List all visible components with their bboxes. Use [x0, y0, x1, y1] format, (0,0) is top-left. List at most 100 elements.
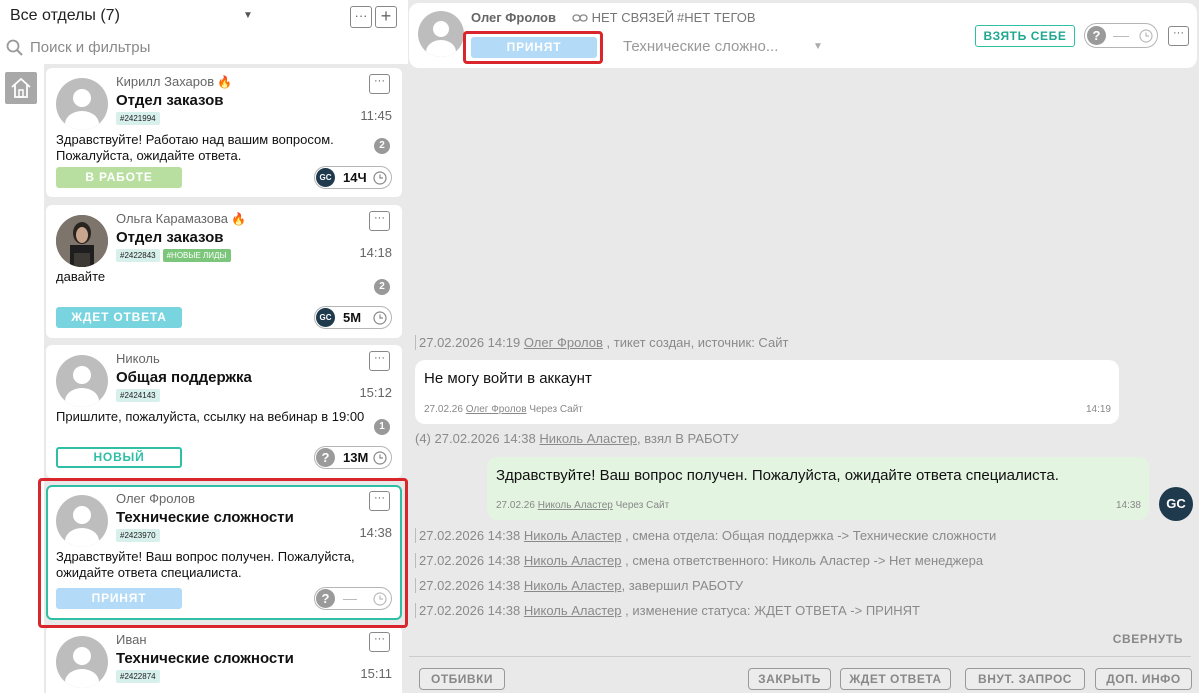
ticket-header: Олег Фролов НЕТ СВЯЗЕЙ #НЕТ ТЕГОВ ПРИНЯТ…: [409, 3, 1197, 68]
home-button[interactable]: [5, 72, 37, 104]
event-user-link[interactable]: Олег Фролов: [524, 335, 603, 350]
assignee-avatar: GC: [316, 168, 335, 187]
department-select-label: Все отделы (7): [10, 7, 120, 24]
ticket-client-name: Ольга Карамазова 🔥: [116, 211, 246, 226]
unassigned-icon: ?: [316, 448, 335, 467]
ticket-timer: GC 5М: [314, 306, 392, 329]
ticket-timer: ? 13М: [314, 446, 392, 469]
ticket-sidebar: Все отделы (7) ▼ ··· + Поиск и фильтры К…: [0, 0, 408, 693]
avatar: [56, 355, 108, 407]
ticket-client-name: Николь: [116, 351, 160, 366]
status-badge: ЖДЕТ ОТВЕТА: [56, 307, 182, 328]
system-event: 27.02.2026 14:19 Олег Фролов , тикет соз…: [415, 335, 788, 350]
search-placeholder: Поиск и фильтры: [30, 39, 151, 56]
unassigned-icon: ?: [316, 589, 335, 608]
unread-count-badge: 2: [374, 138, 390, 154]
ticket-more-button[interactable]: ···: [369, 632, 390, 652]
message-author-link[interactable]: Николь Аластер: [538, 500, 613, 511]
ticket-more-button[interactable]: ···: [369, 211, 390, 231]
ticket-id-tag: #2422874: [116, 670, 160, 683]
ticket-more-button[interactable]: ···: [369, 491, 390, 511]
event-user-link[interactable]: Николь Аластер: [524, 578, 622, 593]
links-indicator[interactable]: НЕТ СВЯЗЕЙ: [572, 10, 674, 25]
incoming-message: Не могу войти в аккаунт 27.02.26 Олег Фр…: [415, 360, 1119, 424]
message-text: Не могу войти в аккаунт: [424, 370, 592, 387]
ticket-tag: #НОВЫЕ ЛИДЫ: [162, 249, 231, 262]
header-status-badge[interactable]: ПРИНЯТ: [471, 37, 597, 58]
ticket-id-tag: #2422843: [116, 249, 160, 262]
avatar: [56, 495, 108, 547]
ticket-card[interactable]: Кирилл Захаров 🔥 Отдел заказов ··· 11:45 …: [46, 68, 402, 197]
timer-value: 13М: [343, 450, 369, 465]
ticket-time: 11:45: [360, 108, 392, 123]
ticket-last-message: давайте: [56, 269, 106, 284]
sidebar-more-button[interactable]: ···: [350, 6, 372, 28]
close-ticket-button[interactable]: ЗАКРЫТЬ: [748, 668, 831, 690]
ticket-department: Отдел заказов: [116, 92, 224, 109]
message-meta: 27.02.26 Николь Аластер Через Сайт: [496, 500, 670, 511]
event-user-link[interactable]: Николь Аластер: [524, 528, 622, 543]
internal-request-button[interactable]: ВНУТ. ЗАПРОС: [965, 668, 1085, 690]
ticket-time: 15:11: [360, 666, 392, 681]
message-text: Здравствуйте! Ваш вопрос получен. Пожалу…: [496, 467, 1059, 484]
unassigned-icon: ?: [1087, 26, 1106, 45]
otbivki-button[interactable]: ОТБИВКИ: [419, 668, 505, 690]
header-department-select[interactable]: Технические сложно...: [623, 38, 778, 55]
search-input[interactable]: Поиск и фильтры: [6, 37, 401, 59]
ticket-department: Отдел заказов: [116, 229, 224, 246]
ticket-more-button[interactable]: ···: [369, 351, 390, 371]
ticket-card[interactable]: Иван Технические сложности ··· 15:11 #24…: [46, 626, 402, 693]
fire-icon: 🔥: [217, 75, 233, 89]
ticket-more-button[interactable]: ···: [369, 74, 390, 94]
timer-empty-dash: [343, 599, 357, 600]
ticket-time: 15:12: [359, 385, 392, 400]
clock-icon: [1139, 29, 1153, 43]
status-badge: В РАБОТЕ: [56, 167, 182, 188]
event-user-link[interactable]: Николь Аластер: [539, 431, 637, 446]
system-event: 27.02.2026 14:38 Николь Аластер , смена …: [415, 553, 983, 568]
timer-value: 5М: [343, 310, 362, 325]
event-user-link[interactable]: Николь Аластер: [524, 553, 622, 568]
status-badge: НОВЫЙ: [56, 447, 182, 468]
avatar: [56, 636, 108, 688]
extra-info-button[interactable]: ДОП. ИНФО: [1095, 668, 1192, 690]
divider: [409, 656, 1191, 657]
fire-icon: 🔥: [230, 212, 246, 226]
search-icon: [6, 39, 23, 56]
take-ticket-button[interactable]: ВЗЯТЬ СЕБЕ: [975, 25, 1075, 47]
system-event: 27.02.2026 14:38 Николь Аластер, заверши…: [415, 578, 743, 593]
ticket-last-message: Здравствуйте! Ваш вопрос получен. Пожалу…: [56, 549, 355, 580]
ticket-timer: ?: [314, 587, 392, 610]
header-more-button[interactable]: ···: [1168, 26, 1189, 46]
ticket-last-message: Здравствуйте! Работаю над вашим вопросом…: [56, 132, 334, 163]
clock-icon: [373, 171, 387, 185]
unread-count-badge: 2: [374, 279, 390, 295]
ticket-id-tag: #2424143: [116, 389, 160, 402]
system-event: 27.02.2026 14:38 Николь Аластер , смена …: [415, 528, 996, 543]
avatar: [56, 215, 108, 267]
chevron-down-icon: ▼: [813, 41, 823, 52]
header-client-name: Олег Фролов: [471, 10, 556, 25]
message-meta: 27.02.26 Олег Фролов Через Сайт: [424, 404, 583, 415]
ticket-client-name: Иван: [116, 632, 147, 647]
wait-answer-button[interactable]: ЖДЕТ ОТВЕТА: [840, 668, 951, 690]
timer-empty-dash: [1113, 36, 1129, 37]
ticket-department: Технические сложности: [116, 650, 294, 667]
header-tags[interactable]: #НЕТ ТЕГОВ: [677, 10, 756, 25]
ticket-card-selected[interactable]: Олег Фролов Технические сложности ··· 14…: [46, 485, 402, 620]
ticket-time: 14:38: [359, 525, 392, 540]
avatar: [418, 11, 464, 57]
ticket-card[interactable]: Николь Общая поддержка ··· 15:12 #242414…: [46, 345, 402, 478]
ticket-time: 14:18: [359, 245, 392, 260]
message-author-link[interactable]: Олег Фролов: [466, 404, 527, 415]
outgoing-message: Здравствуйте! Ваш вопрос получен. Пожалу…: [487, 457, 1149, 520]
ticket-timer: GC 14Ч: [314, 166, 392, 189]
event-user-link[interactable]: Николь Аластер: [524, 603, 622, 618]
add-ticket-button[interactable]: +: [375, 6, 397, 28]
system-event: 27.02.2026 14:38 Николь Аластер , измене…: [415, 603, 920, 618]
department-select[interactable]: Все отделы (7) ▼: [10, 6, 405, 28]
ticket-card[interactable]: Ольга Карамазова 🔥 Отдел заказов ··· 14:1…: [46, 205, 402, 338]
collapse-button[interactable]: СВЕРНУТЬ: [1113, 632, 1183, 646]
clock-icon: [373, 592, 387, 606]
message-time: 14:19: [1085, 404, 1111, 415]
